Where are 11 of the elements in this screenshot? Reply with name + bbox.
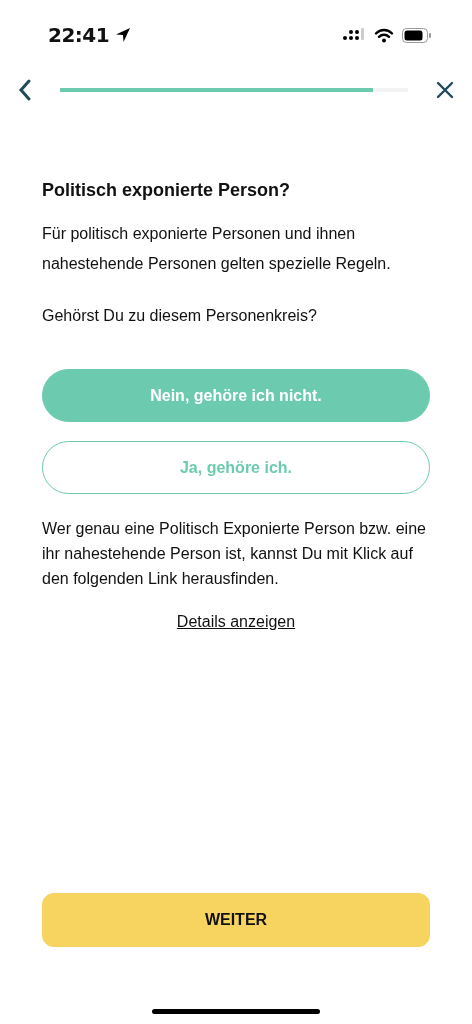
status-time: 22:41 (48, 23, 110, 47)
location-arrow-icon (115, 27, 132, 43)
wifi-icon (374, 27, 394, 43)
battery-icon (402, 27, 432, 43)
info-text: Wer genau eine Politisch Exponierte Person bzw. eine ihr nahestehende Person ist, kannst Du mit Klick auf den folgenden Link herausfinden. (42, 519, 427, 589)
description-text: Für politisch exponierte Personen und ihnen nahestehende Personen gelten spezielle Regeln. (42, 224, 392, 274)
details-link[interactable]: Details anzeigen (176, 613, 296, 630)
signal-icon (342, 28, 366, 42)
question-text: Gehörst Du zu diesem Personenkreis? (42, 306, 318, 326)
page-title: Politisch exponierte Person? (42, 180, 292, 201)
continue-button[interactable]: WEITER (42, 893, 430, 947)
